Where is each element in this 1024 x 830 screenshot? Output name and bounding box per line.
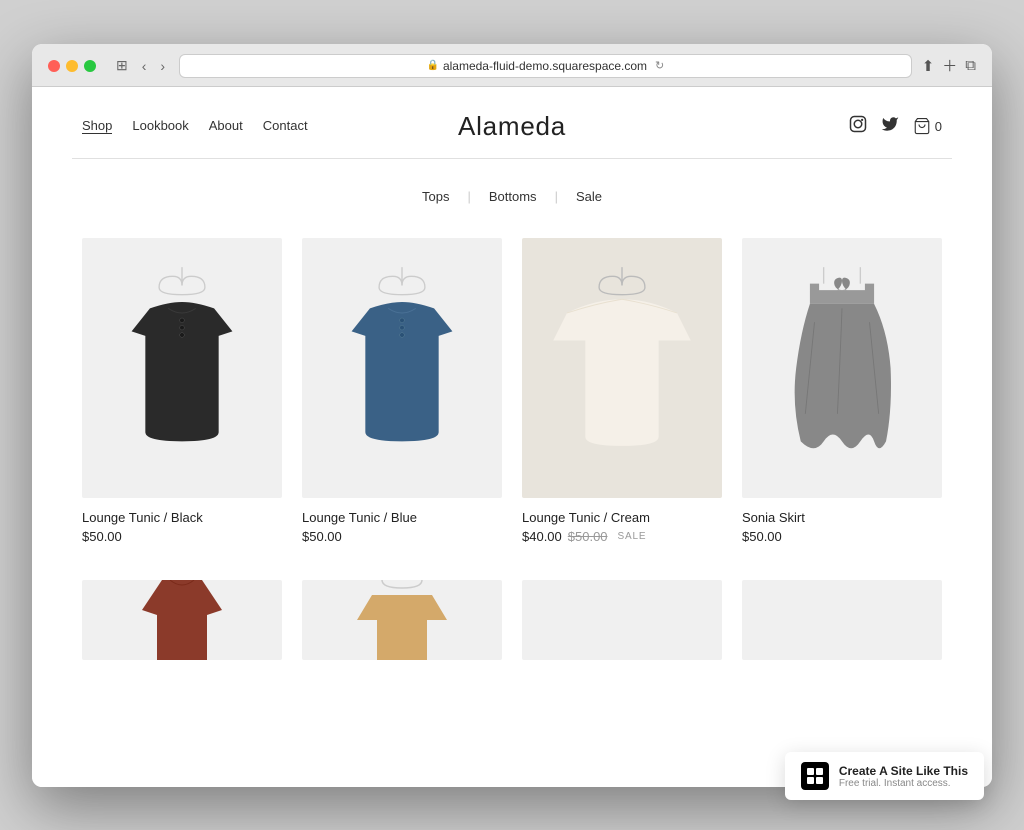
partial-product-svg-1: [352, 580, 452, 660]
traffic-lights: [48, 60, 96, 72]
product-price-1: $50.00: [302, 529, 502, 544]
product-info-0: Lounge Tunic / Black $50.00: [82, 498, 282, 550]
browser-actions: ⬆ ＋ ⧉: [922, 55, 976, 76]
product-price-0: $50.00: [82, 529, 282, 544]
squarespace-banner[interactable]: Create A Site Like This Free trial. Inst…: [785, 752, 984, 800]
squarespace-logo-icon: [806, 767, 824, 785]
browser-forward-button[interactable]: ›: [156, 56, 169, 76]
skirt-gray-svg: [782, 258, 902, 478]
page-content: Shop Lookbook About Contact Alameda: [32, 87, 992, 787]
product-image-2: [522, 238, 722, 498]
browser-nav-controls: ⊞ ‹ ›: [112, 55, 169, 76]
nav-shop[interactable]: Shop: [82, 118, 112, 134]
minimize-button[interactable]: [66, 60, 78, 72]
product-card-2[interactable]: Lounge Tunic / Cream $40.00 $50.00 SALE: [512, 228, 732, 560]
cart-button[interactable]: 0: [913, 117, 942, 135]
product-price-value-0: $50.00: [82, 529, 122, 544]
browser-sidebar-toggle[interactable]: ⊞: [112, 55, 132, 76]
nav-lookbook[interactable]: Lookbook: [132, 118, 188, 134]
new-tab-button[interactable]: ＋: [942, 55, 957, 76]
product-sale-price-2: $40.00: [522, 529, 562, 544]
category-tops[interactable]: Tops: [404, 189, 467, 204]
main-nav: Shop Lookbook About Contact: [82, 118, 308, 134]
squarespace-logo: [801, 762, 829, 790]
cart-count: 0: [935, 119, 942, 134]
address-bar[interactable]: 🔒 alameda-fluid-demo.squarespace.com ↻: [179, 54, 912, 78]
product-image-4: [82, 580, 282, 660]
product-image-3: [742, 238, 942, 498]
product-price-3: $50.00: [742, 529, 942, 544]
squarespace-banner-title: Create A Site Like This: [839, 764, 968, 778]
product-name-2: Lounge Tunic / Cream: [522, 510, 722, 525]
url-text: alameda-fluid-demo.squarespace.com: [443, 59, 647, 73]
product-card-4[interactable]: [72, 570, 292, 670]
lock-icon: 🔒: [426, 60, 438, 71]
product-original-price-2: $50.00: [568, 529, 608, 544]
product-grid-row2: [32, 570, 992, 670]
reload-icon[interactable]: ↻: [655, 59, 664, 72]
product-image-6: [522, 580, 722, 660]
product-card-7[interactable]: [732, 570, 952, 670]
close-button[interactable]: [48, 60, 60, 72]
product-image-1: [302, 238, 502, 498]
site-header: Shop Lookbook About Contact Alameda: [32, 87, 992, 158]
product-name-1: Lounge Tunic / Blue: [302, 510, 502, 525]
category-sale[interactable]: Sale: [558, 189, 620, 204]
squarespace-banner-subtitle: Free trial. Instant access.: [839, 778, 968, 789]
product-price-2: $40.00 $50.00 SALE: [522, 529, 722, 544]
nav-contact[interactable]: Contact: [263, 118, 308, 134]
product-price-value-3: $50.00: [742, 529, 782, 544]
browser-window: ⊞ ‹ › 🔒 alameda-fluid-demo.squarespace.c…: [32, 44, 992, 787]
product-card-3[interactable]: Sonia Skirt $50.00: [732, 228, 952, 560]
product-card-6[interactable]: [512, 570, 732, 670]
browser-back-button[interactable]: ‹: [138, 56, 151, 76]
squarespace-text: Create A Site Like This Free trial. Inst…: [839, 764, 968, 789]
nav-right: 0: [849, 115, 942, 138]
product-info-1: Lounge Tunic / Blue $50.00: [302, 498, 502, 550]
product-info-2: Lounge Tunic / Cream $40.00 $50.00 SALE: [522, 498, 722, 550]
product-image-5: [302, 580, 502, 660]
product-image-7: [742, 580, 942, 660]
category-nav: Tops | Bottoms | Sale: [32, 159, 992, 228]
product-info-3: Sonia Skirt $50.00: [742, 498, 942, 550]
browser-chrome: ⊞ ‹ › 🔒 alameda-fluid-demo.squarespace.c…: [32, 44, 992, 87]
share-button[interactable]: ⬆: [922, 57, 935, 75]
twitter-icon[interactable]: [881, 115, 899, 138]
category-bottoms[interactable]: Bottoms: [471, 189, 555, 204]
product-name-0: Lounge Tunic / Black: [82, 510, 282, 525]
tunic-blue-svg: [322, 258, 482, 478]
product-image-0: [82, 238, 282, 498]
product-price-value-1: $50.00: [302, 529, 342, 544]
partial-product-svg-0: [132, 580, 232, 660]
tunic-black-svg: [102, 258, 262, 478]
product-grid: Lounge Tunic / Black $50.00: [32, 228, 992, 560]
instagram-icon[interactable]: [849, 115, 867, 138]
nav-about[interactable]: About: [209, 118, 243, 134]
product-card-0[interactable]: Lounge Tunic / Black $50.00: [72, 228, 292, 560]
product-name-3: Sonia Skirt: [742, 510, 942, 525]
tabs-button[interactable]: ⧉: [965, 57, 976, 74]
product-card-1[interactable]: Lounge Tunic / Blue $50.00: [292, 228, 512, 560]
tunic-cream-svg: [542, 258, 702, 478]
maximize-button[interactable]: [84, 60, 96, 72]
product-card-5[interactable]: [292, 570, 512, 670]
sale-badge-2: SALE: [618, 531, 647, 542]
site-title: Alameda: [458, 111, 566, 142]
